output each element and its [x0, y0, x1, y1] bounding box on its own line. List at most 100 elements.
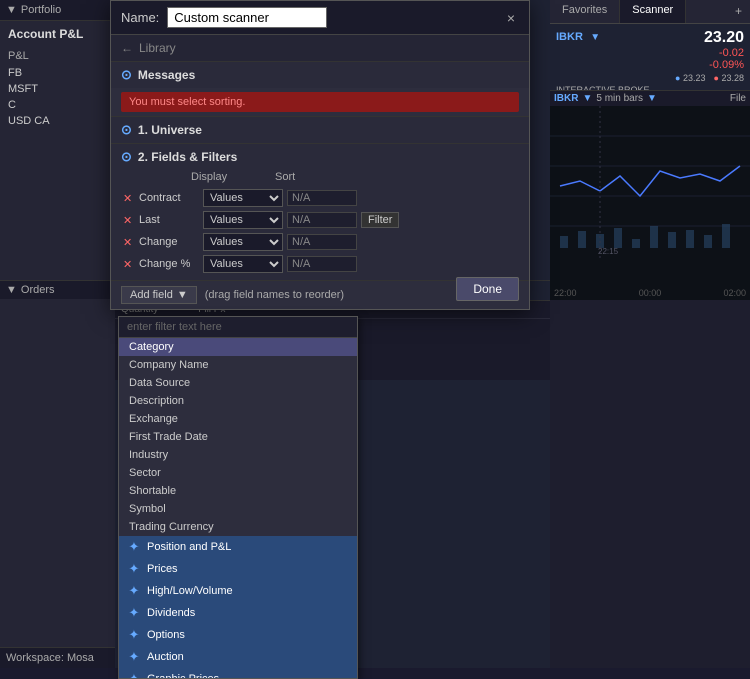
fields-section: ⊙ 2. Fields & Filters Display Sort ✕ Con… [111, 143, 529, 280]
group-icon-prices: ✦ [127, 561, 141, 577]
ticker-ask: ● 23.28 [714, 73, 744, 83]
field-display-contract[interactable]: Values [203, 189, 283, 207]
svg-text:22:15: 22:15 [598, 247, 619, 256]
account-pal[interactable]: Account P&L [0, 21, 115, 47]
dropdown-item-trading-currency[interactable]: Trading Currency [119, 518, 357, 536]
field-name-change: Change [139, 236, 199, 248]
dropdown-item-first-trade-date[interactable]: First Trade Date [119, 428, 357, 446]
field-name-changepct: Change % [139, 258, 199, 270]
universe-toggle-icon[interactable]: ⊙ [121, 122, 132, 138]
dropdown-item-category[interactable]: Category [119, 338, 357, 356]
dropdown-item-shortable[interactable]: Shortable [119, 482, 357, 500]
chart-area: IBKR ▼ 5 min bars ▼ File [550, 90, 750, 300]
sidebar-item-c[interactable]: C [0, 97, 115, 113]
field-remove-changepct[interactable]: ✕ [123, 258, 135, 271]
field-remove-change[interactable]: ✕ [123, 236, 135, 249]
dialog-titlebar: Name: × [111, 1, 529, 35]
chart-timeframe: 5 min bars [596, 93, 643, 104]
add-tab-button[interactable]: + [727, 0, 750, 23]
field-row-change: ✕ Change Values [121, 231, 519, 253]
dropdown-item-industry[interactable]: Industry [119, 446, 357, 464]
dropdown-item-high-low-volume[interactable]: ✦ High/Low/Volume [119, 580, 357, 602]
field-sort-change[interactable] [287, 234, 357, 250]
dropdown-item-sector[interactable]: Sector [119, 464, 357, 482]
time-label-3: 02:00 [723, 288, 746, 298]
sidebar-item-msft[interactable]: MSFT [0, 81, 115, 97]
tab-scanner[interactable]: Scanner [620, 0, 686, 23]
field-row-changepct: ✕ Change % Values [121, 253, 519, 275]
group-icon-graphic: ✦ [127, 671, 141, 678]
field-row-contract: ✕ Contract Values [121, 187, 519, 209]
name-label: Name: [121, 10, 159, 25]
drag-hint: (drag field names to reorder) [205, 289, 344, 301]
group-icon-hlv: ✦ [127, 583, 141, 599]
fields-toggle-icon[interactable]: ⊙ [121, 149, 132, 165]
dropdown-container: Category Company Name Data Source Descri… [118, 316, 358, 679]
dropdown-item-options[interactable]: ✦ Options [119, 624, 357, 646]
chart-file[interactable]: File [730, 93, 746, 104]
chart-canvas: 22:15 [550, 106, 750, 286]
col-display-header: Display [191, 171, 271, 183]
chart-dropdown[interactable]: ▼ [582, 93, 592, 104]
dropdown-item-graphic-prices[interactable]: ✦ Graphic Prices [119, 668, 357, 678]
workspace-bar: Workspace: Mosa [0, 647, 115, 668]
sidebar-item-usdca[interactable]: USD CA [0, 113, 115, 129]
chart-dropdown2[interactable]: ▼ [647, 93, 657, 104]
field-sort-last[interactable] [287, 212, 357, 228]
field-name-contract: Contract [139, 192, 199, 204]
dialog-title-row: Name: [121, 7, 327, 28]
field-remove-contract[interactable]: ✕ [123, 192, 135, 205]
ticker-change-pct: -0.09% [704, 59, 744, 71]
tab-favorites[interactable]: Favorites [550, 0, 620, 23]
pl-label: P&L [0, 47, 115, 65]
dropdown-item-company-name[interactable]: Company Name [119, 356, 357, 374]
field-display-change[interactable]: Values [203, 233, 283, 251]
ticker-name: IBKR [556, 31, 583, 43]
ticker-bid: ● 23.23 [675, 73, 705, 83]
dropdown-item-dividends[interactable]: ✦ Dividends [119, 602, 357, 624]
field-remove-last[interactable]: ✕ [123, 214, 135, 227]
dialog-close-button[interactable]: × [503, 10, 519, 26]
universe-section[interactable]: ⊙ 1. Universe [111, 116, 529, 143]
dropdown-item-auction[interactable]: ✦ Auction [119, 646, 357, 668]
back-arrow-icon: ← [121, 41, 133, 55]
universe-title: 1. Universe [138, 123, 202, 137]
portfolio-header[interactable]: ▼ Portfolio [0, 0, 115, 21]
done-button[interactable]: Done [456, 277, 519, 301]
dropdown-item-data-source[interactable]: Data Source [119, 374, 357, 392]
messages-title: Messages [138, 68, 195, 82]
time-label-2: 00:00 [639, 288, 662, 298]
dropdown-item-symbol[interactable]: Symbol [119, 500, 357, 518]
messages-section-header[interactable]: ⊙ Messages [111, 62, 529, 88]
filter-button-last[interactable]: Filter [361, 212, 399, 228]
messages-toggle-icon[interactable]: ⊙ [121, 67, 132, 83]
right-tabs: Favorites Scanner + [550, 0, 750, 24]
field-sort-changepct[interactable] [287, 256, 357, 272]
dropdown-item-position-pal[interactable]: ✦ Position and P&L [119, 536, 357, 558]
library-link[interactable]: ← Library [111, 35, 529, 62]
field-display-last[interactable]: Values [203, 211, 283, 229]
chart-symbol: IBKR [554, 93, 578, 104]
dropdown-item-description[interactable]: Description [119, 392, 357, 410]
field-display-changepct[interactable]: Values [203, 255, 283, 273]
dropdown-item-exchange[interactable]: Exchange [119, 410, 357, 428]
portfolio-icon: ▼ [6, 4, 17, 16]
orders-header: ▼ Orders [0, 281, 115, 299]
sidebar-item-fb[interactable]: FB [0, 65, 115, 81]
name-input[interactable] [167, 7, 327, 28]
field-sort-contract[interactable] [287, 190, 357, 206]
fields-title: ⊙ 2. Fields & Filters [121, 149, 519, 165]
field-row-last: ✕ Last Values Filter [121, 209, 519, 231]
orders-dropdown-icon[interactable]: ▼ [6, 284, 17, 296]
messages-error: You must select sorting. [121, 92, 519, 112]
orders-label: Orders [21, 284, 55, 296]
dropdown-search[interactable] [119, 317, 357, 338]
add-field-button[interactable]: Add field ▼ [121, 286, 197, 304]
messages-content: You must select sorting. [111, 88, 529, 116]
field-name-last: Last [139, 214, 199, 226]
dropdown-item-prices[interactable]: ✦ Prices [119, 558, 357, 580]
ticker-dropdown-icon[interactable]: ▼ [590, 32, 600, 43]
ticker-change: -0.02 [704, 47, 744, 59]
ticker-price: 23.20 [704, 29, 744, 47]
add-field-dropdown-icon: ▼ [177, 289, 188, 301]
